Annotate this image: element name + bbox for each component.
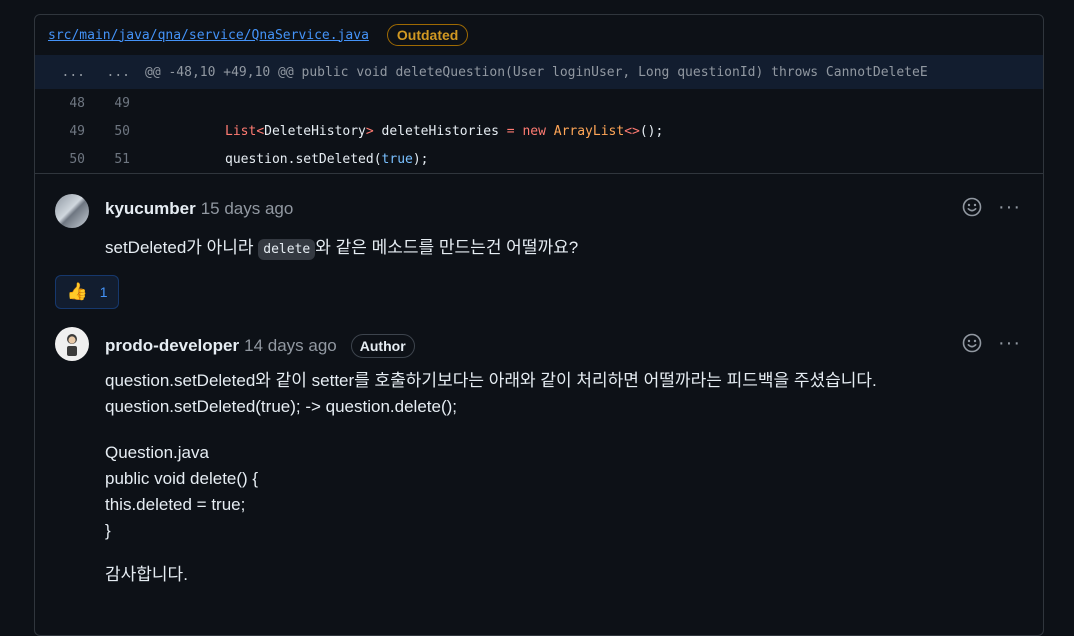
- comment-paragraph: }: [105, 521, 111, 540]
- timestamp[interactable]: 14 days ago: [244, 336, 337, 356]
- line-number-new: 51: [114, 151, 130, 167]
- author-name[interactable]: prodo-developer: [105, 336, 239, 356]
- smiley-icon[interactable]: [962, 197, 982, 217]
- line-number-old: 49: [69, 123, 85, 139]
- code-token: <>: [624, 123, 640, 139]
- comment-kyucumber: kyucumber 15 days ago ··· setDeleted가 아니…: [35, 174, 1043, 324]
- code-token: );: [412, 151, 429, 167]
- avatar[interactable]: [55, 327, 89, 361]
- code-token: >: [365, 123, 374, 139]
- line-number-old: 50: [69, 151, 85, 167]
- code-token: ();: [639, 123, 664, 139]
- hunk-text: @@ -48,10 +49,10 @@ public void deleteQu…: [145, 64, 928, 80]
- diff-line: 50 51 question.setDeleted(true);: [35, 145, 1043, 173]
- comment-actions: ···: [962, 197, 1021, 217]
- comment-paragraph: this.deleted = true;: [105, 495, 246, 514]
- comment-actions: ···: [962, 333, 1021, 353]
- diff-line: 49 50 List<DeleteHistory> deleteHistorie…: [35, 117, 1043, 145]
- smiley-icon[interactable]: [962, 333, 982, 353]
- comment-paragraph: public void delete() {: [105, 469, 259, 488]
- code-token: ArrayList: [553, 123, 625, 139]
- code-token: question.setDeleted(: [225, 151, 382, 167]
- comment-body: question.setDeleted와 같이 setter를 호출하기보다는 …: [105, 368, 877, 588]
- kebab-menu-icon[interactable]: ···: [998, 197, 1021, 217]
- code-token: new: [522, 123, 546, 139]
- timestamp[interactable]: 15 days ago: [201, 199, 294, 219]
- code-line: question.setDeleted(true);: [225, 152, 429, 167]
- author-badge: Author: [350, 334, 415, 358]
- code-token: deleteHistories: [373, 123, 507, 139]
- line-number-new: 49: [114, 95, 130, 111]
- file-path-link[interactable]: src/main/java/qna/service/QnaService.jav…: [48, 28, 369, 43]
- avatar[interactable]: [55, 194, 89, 228]
- comment-meta: kyucumber 15 days ago: [105, 199, 293, 219]
- comment-body: setDeleted가 아니라 delete 와 같은 메소드를 만드는건 어떨까…: [105, 235, 578, 263]
- reaction-count: 1: [99, 284, 108, 300]
- review-thread-card: src/main/java/qna/service/QnaService.jav…: [34, 14, 1044, 636]
- comment-text: 와 같은 메소드를 만드는건 어떨까요?: [315, 238, 579, 257]
- code-line: List<DeleteHistory> deleteHistories = ne…: [225, 124, 663, 139]
- code-token: true: [381, 151, 413, 167]
- outdated-badge: Outdated: [386, 24, 469, 46]
- person-icon: [67, 334, 77, 356]
- inline-code: delete: [258, 239, 316, 260]
- hunk-header[interactable]: ... ... @@ -48,10 +49,10 @@ public void …: [35, 55, 1043, 89]
- reaction-thumbs-up[interactable]: 👍 1: [55, 275, 119, 309]
- comment-prodo-developer: prodo-developer 14 days ago Author ··· q…: [35, 324, 1043, 624]
- hunk-expand-right[interactable]: ...: [85, 65, 130, 80]
- comment-paragraph: Question.java: [105, 443, 209, 462]
- line-number-new: 50: [114, 123, 130, 139]
- thumbs-up-icon: 👍: [66, 282, 88, 301]
- author-name[interactable]: kyucumber: [105, 199, 196, 219]
- comment-paragraph: 감사합니다.: [105, 565, 188, 584]
- comment-paragraph: question.setDeleted(true); -> question.d…: [105, 397, 458, 416]
- code-token: DeleteHistory: [264, 123, 366, 139]
- code-token: List: [225, 123, 257, 139]
- comment-paragraph: question.setDeleted와 같이 setter를 호출하기보다는 …: [105, 371, 877, 390]
- file-header: src/main/java/qna/service/QnaService.jav…: [35, 15, 1043, 55]
- diff-line: 48 49: [35, 89, 1043, 117]
- comment-meta: prodo-developer 14 days ago Author: [105, 334, 415, 358]
- kebab-menu-icon[interactable]: ···: [998, 333, 1021, 353]
- comment-text: setDeleted가 아니라: [105, 238, 259, 257]
- hunk-expand-left[interactable]: ...: [35, 65, 85, 80]
- code-token: <: [256, 123, 265, 139]
- code-token: =: [506, 123, 515, 139]
- line-number-old: 48: [69, 95, 85, 111]
- diff-snippet: ... ... @@ -48,10 +49,10 @@ public void …: [35, 55, 1043, 173]
